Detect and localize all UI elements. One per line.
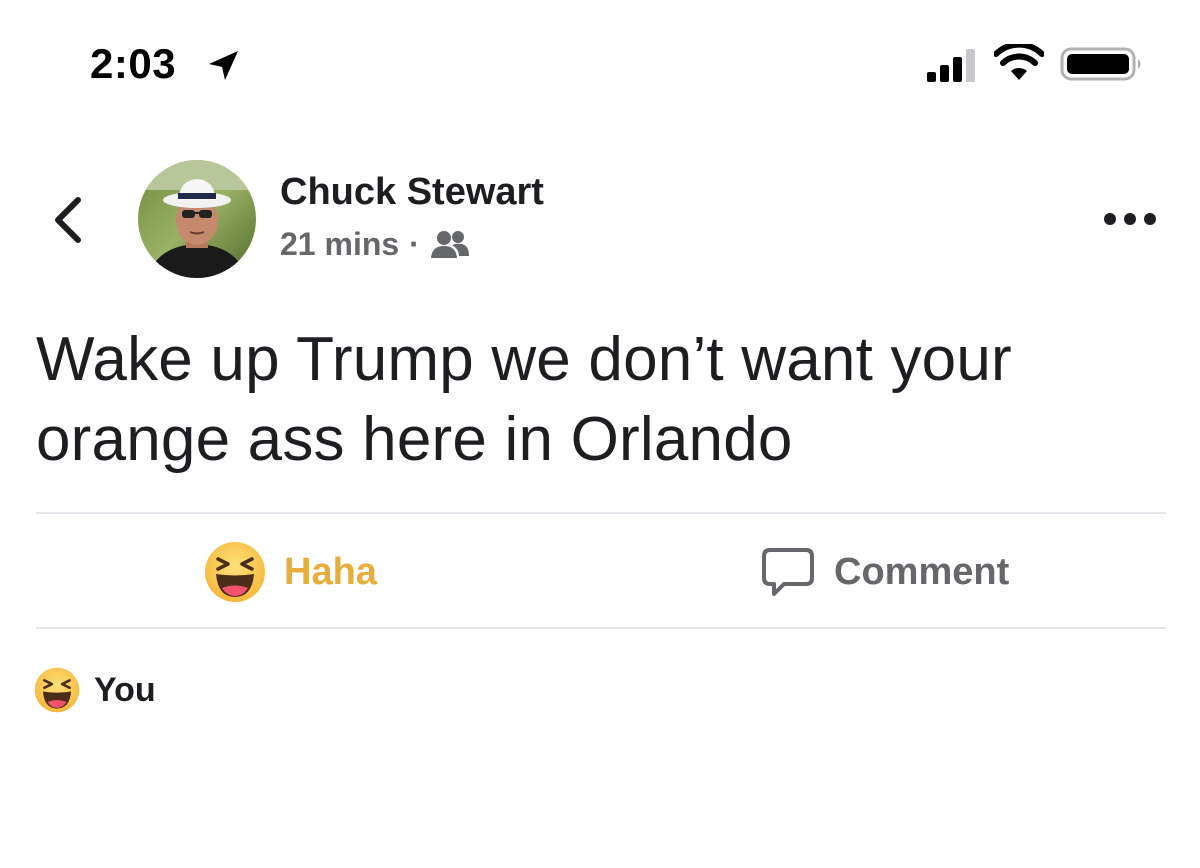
reactions-summary-label: You xyxy=(94,670,156,709)
comment-label: Comment xyxy=(834,550,1010,593)
friends-icon[interactable] xyxy=(430,228,470,260)
post-meta: 21 mins · xyxy=(280,222,470,266)
divider xyxy=(36,627,1166,629)
divider xyxy=(36,512,1166,514)
cellular-signal-icon xyxy=(927,49,975,82)
status-bar: 2:03 xyxy=(0,0,1200,120)
status-time: 2:03 xyxy=(90,40,177,87)
haha-label: Haha xyxy=(284,550,377,593)
battery-icon xyxy=(1060,47,1141,81)
avatar[interactable] xyxy=(138,160,256,278)
reactions-summary[interactable]: You xyxy=(34,664,156,716)
back-chevron-icon[interactable] xyxy=(48,192,88,248)
more-options-icon[interactable] xyxy=(1100,204,1160,234)
location-arrow-icon xyxy=(209,51,238,80)
post-text: Wake up Trump we don’t want your orange … xyxy=(36,325,1012,474)
comment-bubble-icon xyxy=(762,548,814,596)
author-name[interactable]: Chuck Stewart xyxy=(280,168,544,216)
haha-emoji-icon xyxy=(205,542,265,602)
haha-reaction-button[interactable]: Haha xyxy=(204,540,377,604)
comment-button[interactable]: Comment xyxy=(760,540,1009,604)
wifi-icon xyxy=(994,44,1044,80)
haha-emoji-icon xyxy=(34,667,80,713)
meta-separator: · xyxy=(409,225,420,262)
avatar-photo xyxy=(138,160,256,278)
post-timestamp[interactable]: 21 mins xyxy=(280,226,399,263)
